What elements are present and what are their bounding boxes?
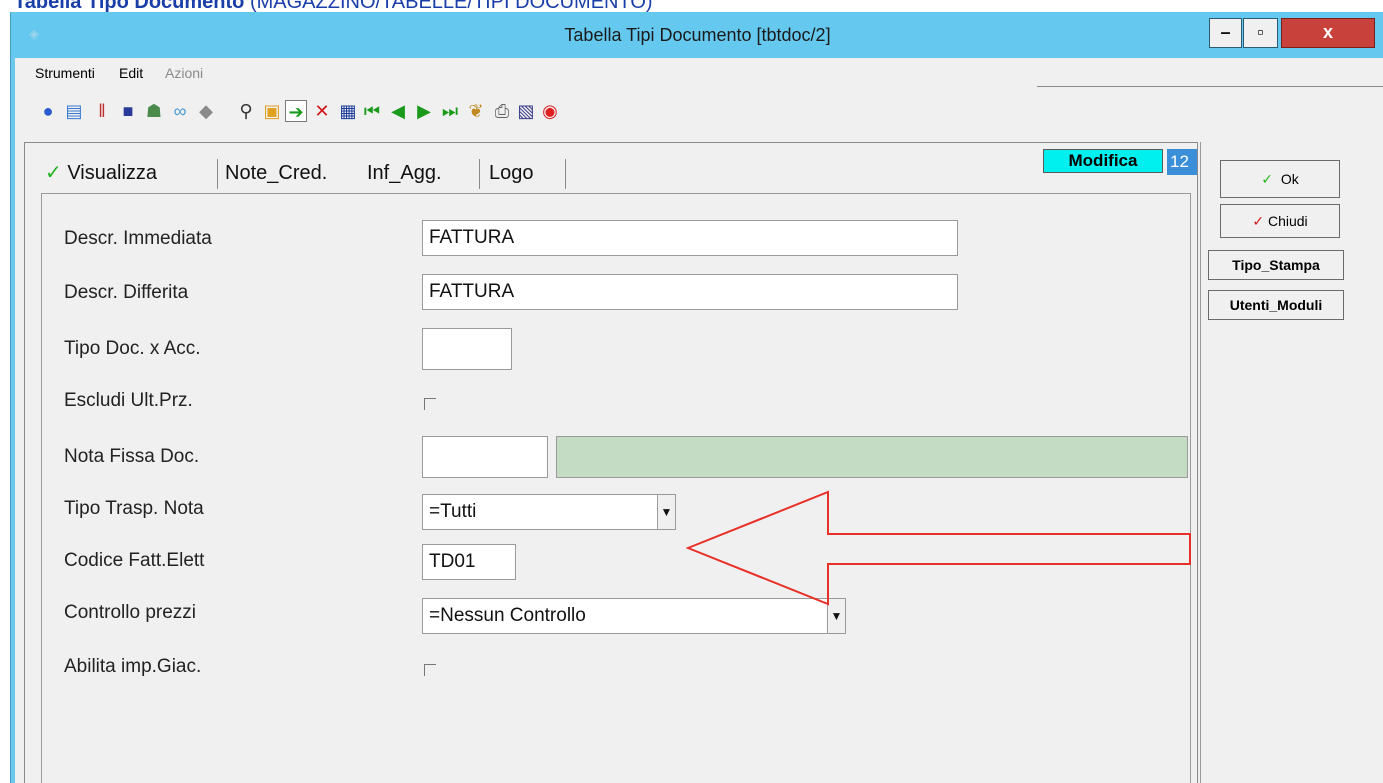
descr-immediata-label: Descr. Immediata [64, 228, 212, 249]
folder-icon[interactable]: ▣ [261, 100, 283, 122]
side-divider [1200, 142, 1201, 783]
chiudi-button[interactable]: ✓ Chiudi [1220, 204, 1340, 238]
escludi-ult-prz-label: Escludi Ult.Prz. [64, 390, 193, 411]
diamond-icon[interactable]: ◆ [195, 100, 217, 122]
title-bar[interactable]: ◈ Tabella Tipi Documento [tbtdoc/2] – ▫ … [11, 12, 1383, 58]
first-icon[interactable]: ⏮ [361, 100, 383, 122]
abilita-imp-giac-checkbox[interactable] [424, 664, 436, 676]
search-icon[interactable]: ⚲ [235, 100, 257, 122]
tab-visualizza[interactable]: ✓ Visualizza [45, 155, 157, 191]
tab-visualizza-label: Visualizza [67, 162, 158, 184]
ok-label: Ok [1280, 171, 1299, 187]
tab-separator [479, 159, 480, 189]
descr-differita-input[interactable]: FATTURA [422, 274, 958, 310]
nota-fissa-doc-label: Nota Fissa Doc. [64, 446, 200, 467]
check-icon: ✓ [45, 162, 62, 184]
escludi-ult-prz-checkbox[interactable] [424, 398, 436, 410]
controllo-prezzi-label: Controllo prezzi [64, 602, 196, 623]
tipo-trasp-nota-select[interactable]: =Tutti ▼ [422, 494, 676, 530]
tab-logo[interactable]: Logo [489, 155, 534, 191]
ok-button[interactable]: ✓ Ok [1220, 160, 1340, 198]
note-icon[interactable]: ▤ [63, 100, 85, 122]
last-icon[interactable]: ⏭ [439, 100, 461, 122]
descr-differita-label: Descr. Differita [64, 282, 189, 303]
tab-separator [565, 159, 566, 189]
utenti-moduli-button[interactable]: Utenti_Moduli [1208, 290, 1344, 320]
close-button[interactable]: x [1281, 18, 1375, 48]
delete-icon[interactable]: ✕ [311, 100, 333, 122]
record-badge: 12 [1167, 149, 1197, 175]
check-icon: ✓ [1252, 213, 1265, 229]
tab-inf-agg[interactable]: Inf_Agg. [367, 155, 442, 191]
controllo-prezzi-value: =Nessun Controllo [429, 605, 586, 626]
tab-separator [217, 159, 218, 189]
users-icon[interactable]: ☗ [143, 100, 165, 122]
enter-icon[interactable]: ➔ [285, 100, 307, 122]
document-icon[interactable]: ▧ [515, 100, 537, 122]
descr-immediata-input[interactable]: FATTURA [422, 220, 958, 256]
nota-fissa-doc-input[interactable] [422, 436, 548, 478]
chiudi-label: Chiudi [1267, 213, 1308, 229]
status-badge: Modifica [1043, 149, 1163, 173]
codice-fatt-elett-label: Codice Fatt.Elett [64, 550, 205, 571]
tipo-trasp-nota-value: =Tutti [429, 501, 477, 522]
menu-azioni[interactable]: Azioni [165, 65, 203, 81]
prev-icon[interactable]: ◀ [387, 100, 409, 122]
abilita-imp-giac-label: Abilita imp.Giac. [64, 656, 202, 677]
minimize-button[interactable]: – [1209, 18, 1242, 48]
tab-content: Descr. Immediata FATTURA Descr. Differit… [41, 193, 1191, 783]
window-title: Tabella Tipi Documento [tbtdoc/2] [564, 25, 831, 45]
link-icon[interactable]: ∞ [169, 100, 191, 122]
separator-icon[interactable]: ‖ [91, 100, 113, 122]
grid-icon[interactable]: ▦ [337, 100, 359, 122]
tipo-trasp-nota-label: Tipo Trasp. Nota [64, 498, 204, 519]
codice-fatt-elett-input[interactable]: TD01 [422, 544, 516, 580]
menu-strumenti[interactable]: Strumenti [35, 65, 95, 81]
menu-edit[interactable]: Edit [119, 65, 143, 81]
menu-bar: Strumenti Edit Azioni [15, 58, 1383, 88]
menubar-divider [1037, 86, 1383, 87]
check-icon: ✓ [1261, 171, 1274, 187]
help-icon[interactable]: ● [37, 100, 59, 122]
toolbar: ● ▤ ‖ ■ ☗ ∞ ◆ ⚲ ▣ ➔ ✕ ▦ ⏮ ◀ ▶ ⏭ ❦ ⎙ ▧ ◉ [15, 90, 1383, 132]
print-icon[interactable]: ⎙ [491, 100, 513, 122]
tab-note-cred[interactable]: Note_Cred. [225, 155, 327, 191]
annotation-arrow-shape [686, 490, 1191, 606]
monitor-icon[interactable]: ■ [117, 100, 139, 122]
stop-icon[interactable]: ◉ [539, 100, 561, 122]
next-icon[interactable]: ▶ [413, 100, 435, 122]
tipo-doc-acc-input[interactable] [422, 328, 512, 370]
tipo-doc-acc-label: Tipo Doc. x Acc. [64, 338, 201, 359]
maximize-button[interactable]: ▫ [1243, 18, 1278, 48]
main-panel: ✓ Visualizza Note_Cred. Inf_Agg. Logo Mo… [24, 142, 1198, 783]
book-icon[interactable]: ❦ [465, 100, 487, 122]
dropdown-arrow-icon[interactable]: ▼ [657, 495, 675, 529]
annotation-arrow-icon [686, 490, 1191, 606]
nota-fissa-doc-description [556, 436, 1188, 478]
tipo-stampa-button[interactable]: Tipo_Stampa [1208, 250, 1344, 280]
